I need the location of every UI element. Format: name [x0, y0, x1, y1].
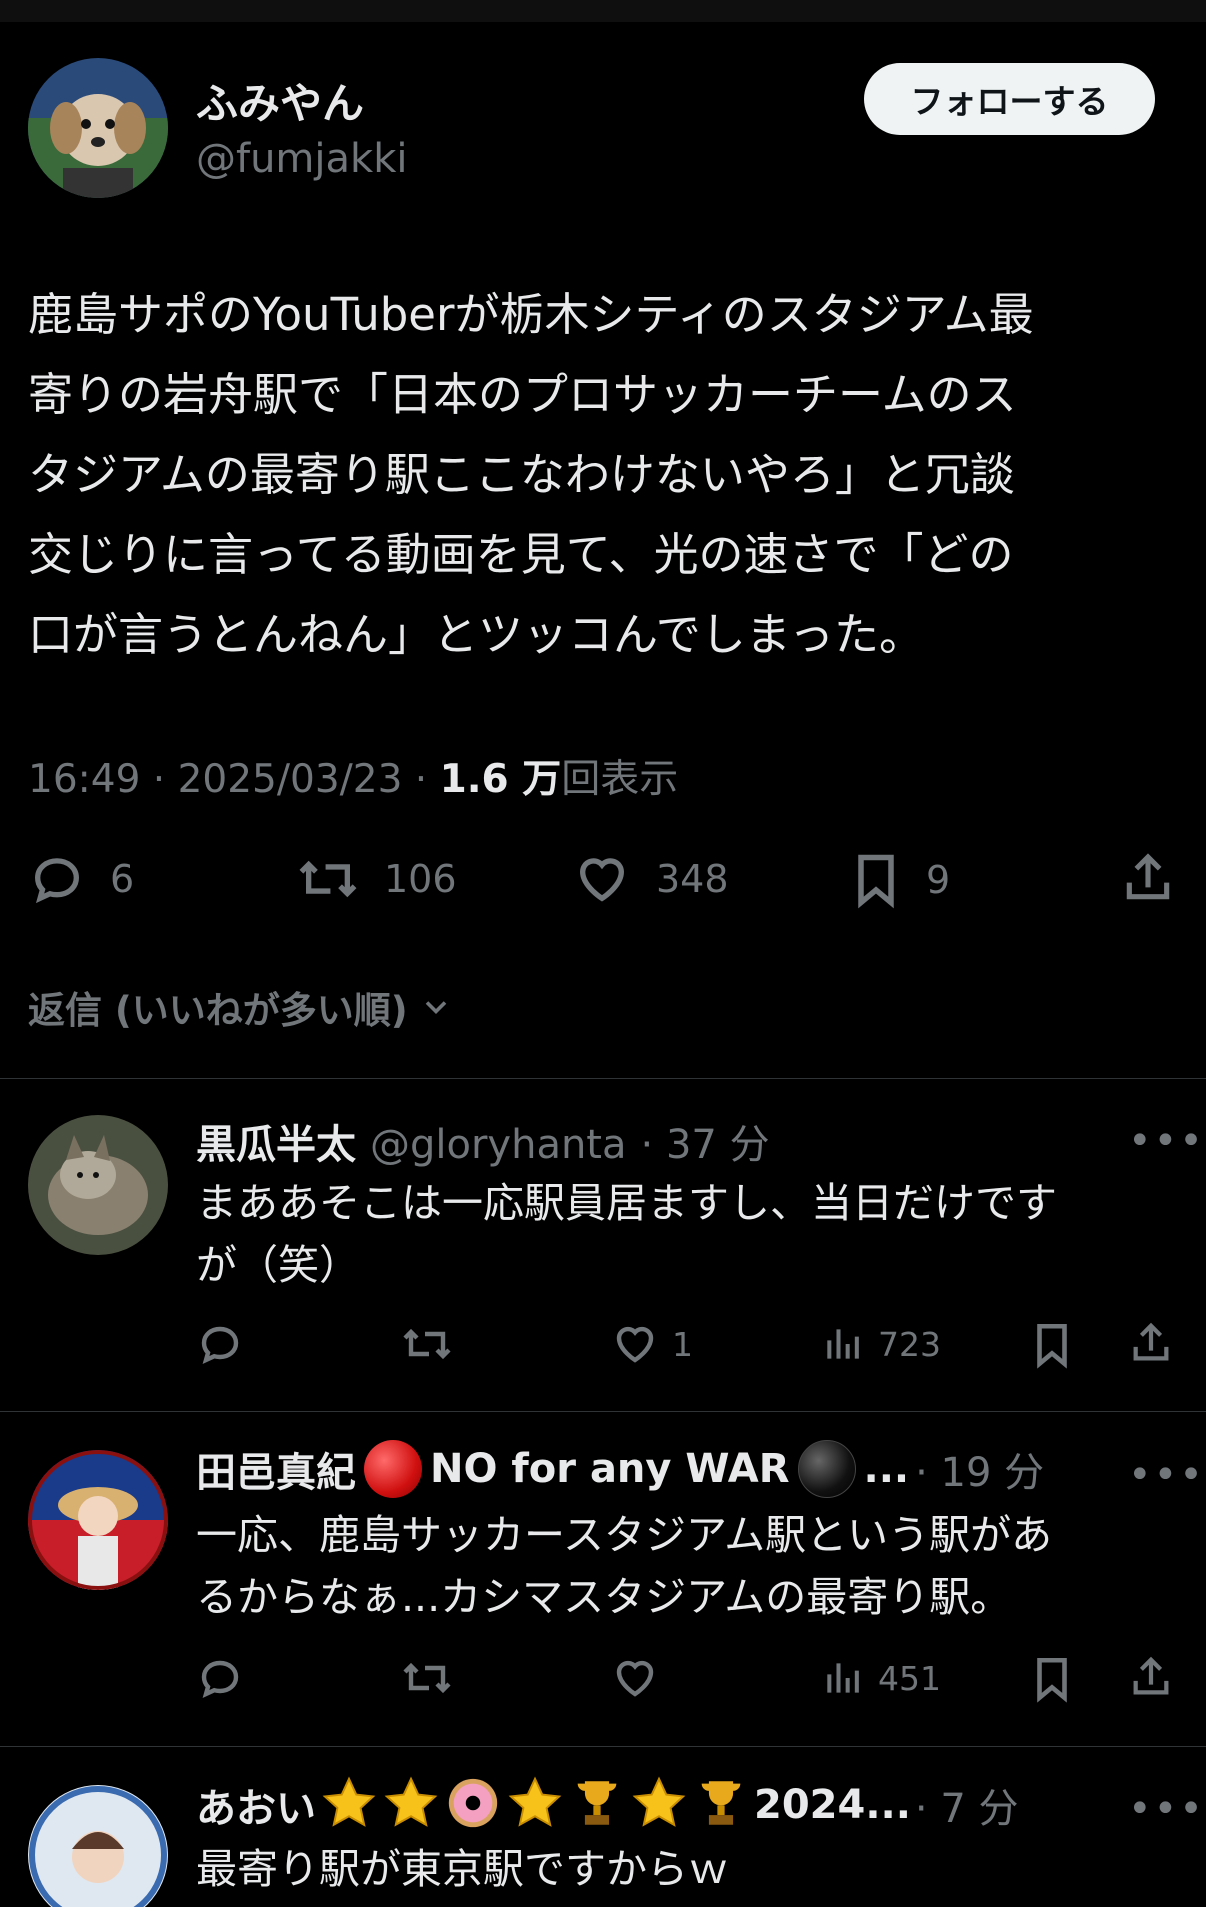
retweet-icon: [299, 860, 357, 898]
retweet-action[interactable]: 106: [296, 850, 457, 908]
reply-sort-selector[interactable]: 返信 (いいねが多い順): [28, 980, 454, 1034]
reply-text: 最寄り駅が東京駅ですからｗ: [196, 1845, 729, 1893]
reply-author-name[interactable]: あおい: [196, 1776, 316, 1834]
reply-like-button[interactable]: [610, 1654, 660, 1702]
share-action[interactable]: [1120, 850, 1176, 906]
bookmark-icon: [1037, 1323, 1067, 1369]
view-count: 1.6 万: [439, 757, 562, 802]
bookmark-count: 9: [926, 858, 951, 902]
share-icon: [1126, 853, 1170, 900]
reply-icon: [35, 858, 79, 904]
reply-view-count: 723: [878, 1324, 941, 1364]
reply-text: 一応、鹿島サッカースタジアム駅という駅があ るからなぁ...カシマスタジアムの最…: [196, 1511, 1053, 1621]
divider: [0, 1078, 1206, 1079]
heart-icon: [616, 1660, 654, 1697]
reply-avatar[interactable]: [28, 1115, 168, 1255]
reply-like-button[interactable]: 1: [610, 1320, 693, 1368]
share-icon: [1133, 1322, 1169, 1361]
tweet-date[interactable]: 2025/03/23: [178, 757, 403, 802]
reply-header: 田邑真紀 NO for any WAR ... · 19 分: [196, 1440, 1044, 1498]
follow-button[interactable]: フォローする: [864, 63, 1155, 135]
author-avatar[interactable]: [28, 58, 168, 198]
reply-icon: [201, 1660, 239, 1698]
reply-author-name-suffix[interactable]: NO for any WAR: [430, 1446, 790, 1492]
bookmark-action[interactable]: 9: [850, 850, 950, 910]
red-circle-emoji: [364, 1440, 422, 1498]
reply-author-name[interactable]: 田邑真紀: [196, 1440, 356, 1498]
heart-icon: [616, 1326, 654, 1363]
reply-views[interactable]: 723: [822, 1320, 941, 1368]
reply-avatar[interactable]: [28, 1785, 168, 1907]
divider: [0, 1746, 1206, 1747]
divider: [0, 1411, 1206, 1412]
tweet-text: 鹿島サポのYouTuberが栃木シティのスタジアム最 寄りの岩舟駅で「日本のプロ…: [28, 288, 1034, 661]
retweet-icon: [403, 1662, 451, 1694]
star-emoji: [382, 1774, 440, 1836]
black-circle-emoji: [797, 1440, 856, 1498]
reply-time: · 37 分: [640, 1122, 770, 1168]
tweet-meta: 16:49 · 2025/03/23 · 1.6 万回表示: [28, 757, 679, 802]
reply-bookmark-button[interactable]: [1030, 1320, 1074, 1370]
view-label: 回表示: [561, 757, 679, 802]
reply-share-button[interactable]: [1128, 1654, 1174, 1700]
reply-author-name-suffix[interactable]: 2024...: [754, 1782, 911, 1828]
retweet-icon: [403, 1328, 451, 1360]
like-count: 348: [656, 857, 729, 901]
retweet-count: 106: [384, 857, 457, 901]
tweet-time: 16:49: [28, 757, 141, 802]
trophy-emoji: [692, 1774, 750, 1836]
reply-author-name[interactable]: 黒瓜半太: [196, 1112, 356, 1170]
reply-bookmark-button[interactable]: [1030, 1654, 1074, 1704]
reply-time: · 7 分: [914, 1786, 1019, 1832]
heart-icon: [580, 858, 624, 902]
more-icon[interactable]: •••: [1128, 1786, 1205, 1832]
share-icon: [1133, 1656, 1169, 1695]
reply-time: · 19 分: [915, 1450, 1045, 1496]
more-icon[interactable]: •••: [1128, 1452, 1205, 1498]
bookmark-icon: [858, 854, 894, 909]
bookmark-icon: [1037, 1657, 1067, 1703]
reply-header: 黒瓜半太 @gloryhanta · 37 分: [196, 1112, 770, 1170]
reply-action[interactable]: 6: [28, 850, 134, 908]
reply-count: 6: [110, 857, 135, 901]
star-emoji: [630, 1774, 688, 1836]
status-bar: [0, 0, 1206, 22]
donut-emoji: [444, 1774, 502, 1836]
more-icon[interactable]: •••: [1128, 1118, 1205, 1164]
reply-views[interactable]: 451: [822, 1654, 941, 1702]
sort-label: 返信 (いいねが多い順): [28, 989, 408, 1032]
reply-text: まああそこは一応駅員居ますし、当日だけです が（笑）: [196, 1179, 1057, 1289]
reply-reply-button[interactable]: [196, 1654, 244, 1702]
reply-retweet-button[interactable]: [400, 1320, 454, 1368]
author-name[interactable]: ふみやん: [196, 70, 364, 131]
reply-like-count: 1: [672, 1324, 693, 1364]
author-handle[interactable]: @fumjakki: [196, 136, 407, 182]
reply-author-name-ellipsis: ...: [863, 1446, 910, 1492]
reply-reply-button[interactable]: [196, 1320, 244, 1368]
reply-retweet-button[interactable]: [400, 1654, 454, 1702]
like-action[interactable]: 348: [572, 850, 729, 908]
trophy-emoji: [568, 1774, 626, 1836]
reply-author-handle[interactable]: @gloryhanta: [370, 1122, 627, 1168]
reply-header: あおい 2024... · 7 分: [196, 1774, 1019, 1836]
views-icon: [827, 1329, 859, 1359]
reply-avatar[interactable]: [28, 1450, 168, 1590]
views-icon: [827, 1663, 859, 1693]
reply-view-count: 451: [878, 1658, 941, 1698]
reply-icon: [201, 1326, 239, 1364]
chevron-down-icon: [425, 1001, 446, 1015]
star-emoji: [320, 1774, 378, 1836]
star-emoji: [506, 1774, 564, 1836]
reply-share-button[interactable]: [1128, 1320, 1174, 1366]
